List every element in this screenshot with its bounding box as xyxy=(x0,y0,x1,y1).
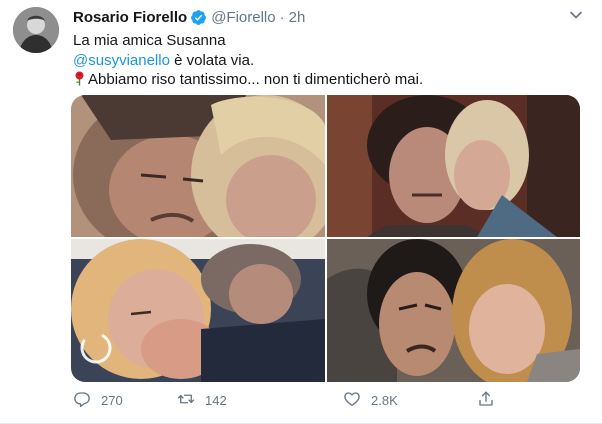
photo-2[interactable] xyxy=(327,95,580,237)
rose-icon xyxy=(73,71,86,86)
spinner-icon xyxy=(79,331,113,365)
tweet[interactable]: Rosario Fiorello @Fiorello · 2h La mia a… xyxy=(0,0,602,424)
like-button[interactable]: 2.8K xyxy=(343,390,398,411)
tweet-text-line-2-rest: è volata via. xyxy=(169,51,255,69)
tweet-timestamp[interactable]: 2h xyxy=(289,9,306,26)
reply-button[interactable]: 270 xyxy=(73,390,123,411)
author-handle[interactable]: @Fiorello xyxy=(211,9,275,26)
photo-1[interactable] xyxy=(71,95,325,237)
header-separator: · xyxy=(279,9,285,26)
tweet-text-line-1: La mia amica Susanna xyxy=(73,32,226,49)
author-name[interactable]: Rosario Fiorello xyxy=(73,9,187,26)
tweet-text: La mia amica Susanna @susyvianello è vol… xyxy=(73,31,423,90)
share-icon xyxy=(477,390,495,411)
avatar[interactable] xyxy=(13,7,59,53)
retweet-count: 142 xyxy=(205,393,227,408)
tweet-text-line-2: @susyvianello è volata via. xyxy=(73,51,423,71)
tweet-header: Rosario Fiorello @Fiorello · 2h xyxy=(73,9,305,26)
reply-icon xyxy=(73,390,91,411)
reply-count: 270 xyxy=(101,393,123,408)
media-grid xyxy=(71,95,580,382)
share-button[interactable] xyxy=(477,390,495,411)
verified-badge-icon xyxy=(190,9,207,26)
photo-4[interactable] xyxy=(327,239,580,382)
mention-link[interactable]: @susyvianello xyxy=(73,52,170,69)
tweet-text-line-3: Abbiamo riso tantissimo... non ti diment… xyxy=(73,70,423,90)
like-count: 2.8K xyxy=(371,393,398,408)
retweet-button[interactable]: 142 xyxy=(177,390,227,411)
retweet-icon xyxy=(177,390,195,411)
chevron-down-icon[interactable] xyxy=(569,8,583,22)
heart-icon xyxy=(343,390,361,411)
tweet-text-line-3-body: Abbiamo riso tantissimo... non ti diment… xyxy=(88,71,424,88)
tweet-actions: 270 142 2.8K xyxy=(73,390,503,412)
photo-3[interactable] xyxy=(71,239,325,382)
